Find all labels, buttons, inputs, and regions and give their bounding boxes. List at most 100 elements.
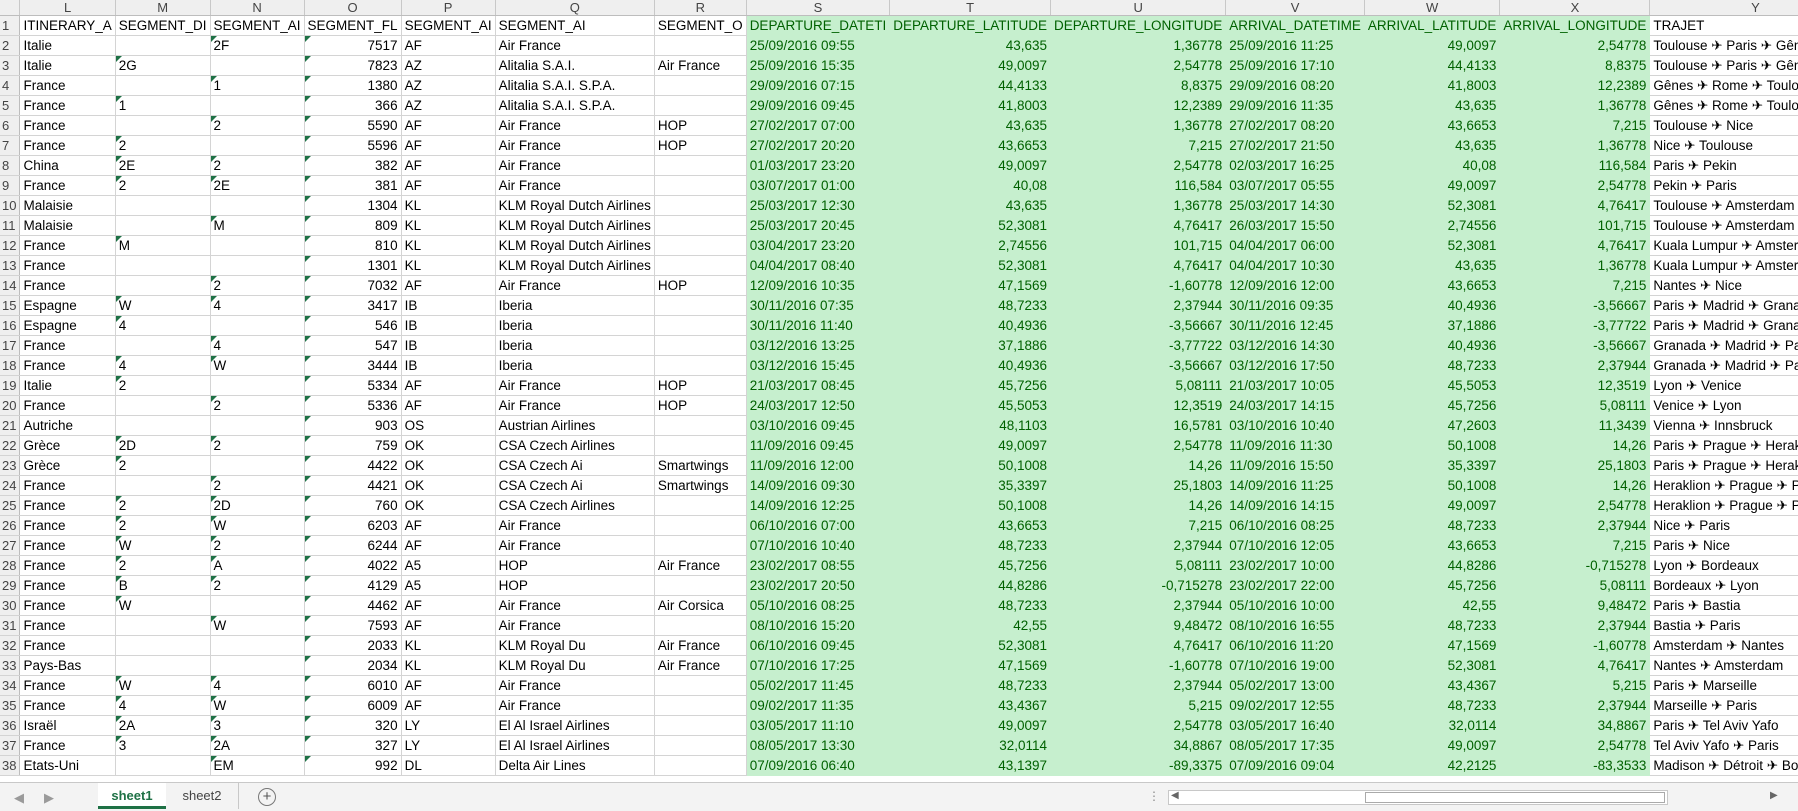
cell-p[interactable]: AF (401, 275, 496, 296)
cell-y[interactable]: Granada ✈ Madrid ✈ Paris (1649, 355, 1798, 376)
cell-t[interactable]: 2,74556 (889, 235, 1051, 256)
cell-n[interactable] (210, 135, 305, 156)
cell-l[interactable]: Espagne (19, 315, 116, 336)
cell-s[interactable]: 29/09/2016 09:45 (746, 95, 891, 116)
cell-p[interactable]: LY (401, 715, 496, 736)
row-header[interactable]: 2 (0, 35, 21, 56)
cell-p[interactable]: OK (401, 495, 496, 516)
cell-q[interactable]: Air France (495, 595, 655, 616)
cell-n[interactable]: A (210, 555, 305, 576)
cell-r[interactable] (654, 735, 747, 756)
cell-w[interactable]: 52,3081 (1364, 195, 1501, 216)
cell-w[interactable]: 40,4936 (1364, 335, 1501, 356)
cell-v[interactable]: 25/09/2016 11:25 (1225, 35, 1365, 56)
row-header[interactable]: 9 (0, 175, 21, 196)
cell-v[interactable]: 05/10/2016 10:00 (1225, 595, 1365, 616)
cell-s[interactable]: 25/03/2017 12:30 (746, 195, 891, 216)
cell-t[interactable]: 45,7256 (889, 375, 1051, 396)
column-header-l[interactable]: L (19, 0, 116, 16)
cell-o[interactable]: 4129 (304, 575, 402, 596)
cell-n[interactable]: 2 (210, 155, 305, 176)
cell-p[interactable]: SEGMENT_AI (401, 15, 496, 36)
cell-q[interactable]: Iberia (495, 295, 655, 316)
cell-o[interactable]: 3417 (304, 295, 402, 316)
cell-q[interactable]: HOP (495, 555, 655, 576)
cell-m[interactable]: 2D (115, 435, 211, 456)
cell-m[interactable] (115, 215, 211, 236)
cell-n[interactable]: 2D (210, 495, 305, 516)
row-header[interactable]: 21 (0, 415, 21, 436)
cell-v[interactable]: 23/02/2017 22:00 (1225, 575, 1365, 596)
cell-m[interactable]: 3 (115, 735, 211, 756)
cell-v[interactable]: 14/09/2016 14:15 (1225, 495, 1365, 516)
cell-l[interactable]: Israël (19, 715, 116, 736)
cell-v[interactable]: 06/10/2016 11:20 (1225, 635, 1365, 656)
cell-m[interactable]: 2 (115, 455, 211, 476)
cell-v[interactable]: 30/11/2016 09:35 (1225, 295, 1365, 316)
cell-x[interactable]: 8,8375 (1499, 55, 1651, 76)
cell-x[interactable]: 12,3519 (1499, 375, 1651, 396)
cell-l[interactable]: France (19, 355, 116, 376)
cell-p[interactable]: KL (401, 215, 496, 236)
cell-p[interactable]: AF (401, 375, 496, 396)
cell-t[interactable]: 35,3397 (889, 475, 1051, 496)
cell-m[interactable] (115, 395, 211, 416)
cell-y[interactable]: Heraklion ✈ Prague ✈ Paris (1649, 475, 1798, 496)
cell-m[interactable]: 2 (115, 175, 211, 196)
row-header[interactable]: 19 (0, 375, 21, 396)
cell-l[interactable]: France (19, 595, 116, 616)
cell-y[interactable]: Vienna ✈ Innsbruck (1649, 415, 1798, 436)
cell-y[interactable]: Heraklion ✈ Prague ✈ Paris (1649, 495, 1798, 516)
cell-w[interactable]: 45,7256 (1364, 395, 1501, 416)
cell-p[interactable]: KL (401, 255, 496, 276)
cell-w[interactable]: 47,2603 (1364, 415, 1501, 436)
cell-l[interactable]: France (19, 115, 116, 136)
cell-l[interactable]: Italie (19, 375, 116, 396)
cell-u[interactable]: 1,36778 (1050, 35, 1227, 56)
cell-p[interactable]: AF (401, 615, 496, 636)
cell-q[interactable]: CSA Czech Ai (495, 455, 655, 476)
cell-x[interactable]: -3,56667 (1499, 295, 1651, 316)
cell-u[interactable]: 2,54778 (1050, 435, 1227, 456)
cell-x[interactable]: 7,215 (1499, 115, 1651, 136)
cell-r[interactable] (654, 255, 747, 276)
cell-u[interactable]: 5,215 (1050, 695, 1227, 716)
cell-x[interactable]: 5,08111 (1499, 395, 1651, 416)
select-all-corner[interactable] (0, 0, 21, 16)
cell-q[interactable]: Austrian Airlines (495, 415, 655, 436)
cell-q[interactable]: Iberia (495, 355, 655, 376)
cell-s[interactable]: 27/02/2017 07:00 (746, 115, 891, 136)
cell-l[interactable]: Italie (19, 35, 116, 56)
cell-p[interactable]: IB (401, 355, 496, 376)
cell-r[interactable]: HOP (654, 275, 747, 296)
cell-t[interactable]: 49,0097 (889, 435, 1051, 456)
cell-v[interactable]: 27/02/2017 08:20 (1225, 115, 1365, 136)
cell-l[interactable]: Italie (19, 55, 116, 76)
cell-y[interactable]: Tel Aviv Yafo ✈ Paris (1649, 735, 1798, 756)
cell-v[interactable]: 03/05/2017 16:40 (1225, 715, 1365, 736)
cell-w[interactable]: 32,0114 (1364, 715, 1501, 736)
cell-s[interactable]: 07/10/2016 17:25 (746, 655, 891, 676)
cell-o[interactable]: 809 (304, 215, 402, 236)
cell-o[interactable]: 4462 (304, 595, 402, 616)
cell-v[interactable]: 02/03/2017 16:25 (1225, 155, 1365, 176)
cell-q[interactable]: El Al Israel Airlines (495, 715, 655, 736)
cell-v[interactable]: 23/02/2017 10:00 (1225, 555, 1365, 576)
cell-w[interactable]: 43,635 (1364, 135, 1501, 156)
cell-q[interactable]: Air France (495, 155, 655, 176)
cell-m[interactable] (115, 415, 211, 436)
cell-p[interactable]: AF (401, 135, 496, 156)
cell-w[interactable]: 49,0097 (1364, 735, 1501, 756)
cell-p[interactable]: AF (401, 515, 496, 536)
row-header[interactable]: 28 (0, 555, 21, 576)
cell-w[interactable]: 43,4367 (1364, 675, 1501, 696)
cell-m[interactable]: B (115, 575, 211, 596)
row-header[interactable]: 15 (0, 295, 21, 316)
cell-s[interactable]: 03/04/2017 23:20 (746, 235, 891, 256)
cell-m[interactable]: 2 (115, 135, 211, 156)
cell-m[interactable]: M (115, 235, 211, 256)
cell-p[interactable]: AF (401, 175, 496, 196)
cell-m[interactable]: SEGMENT_DI (115, 15, 211, 36)
cell-r[interactable]: SEGMENT_O (654, 15, 747, 36)
cell-s[interactable]: 03/12/2016 13:25 (746, 335, 891, 356)
